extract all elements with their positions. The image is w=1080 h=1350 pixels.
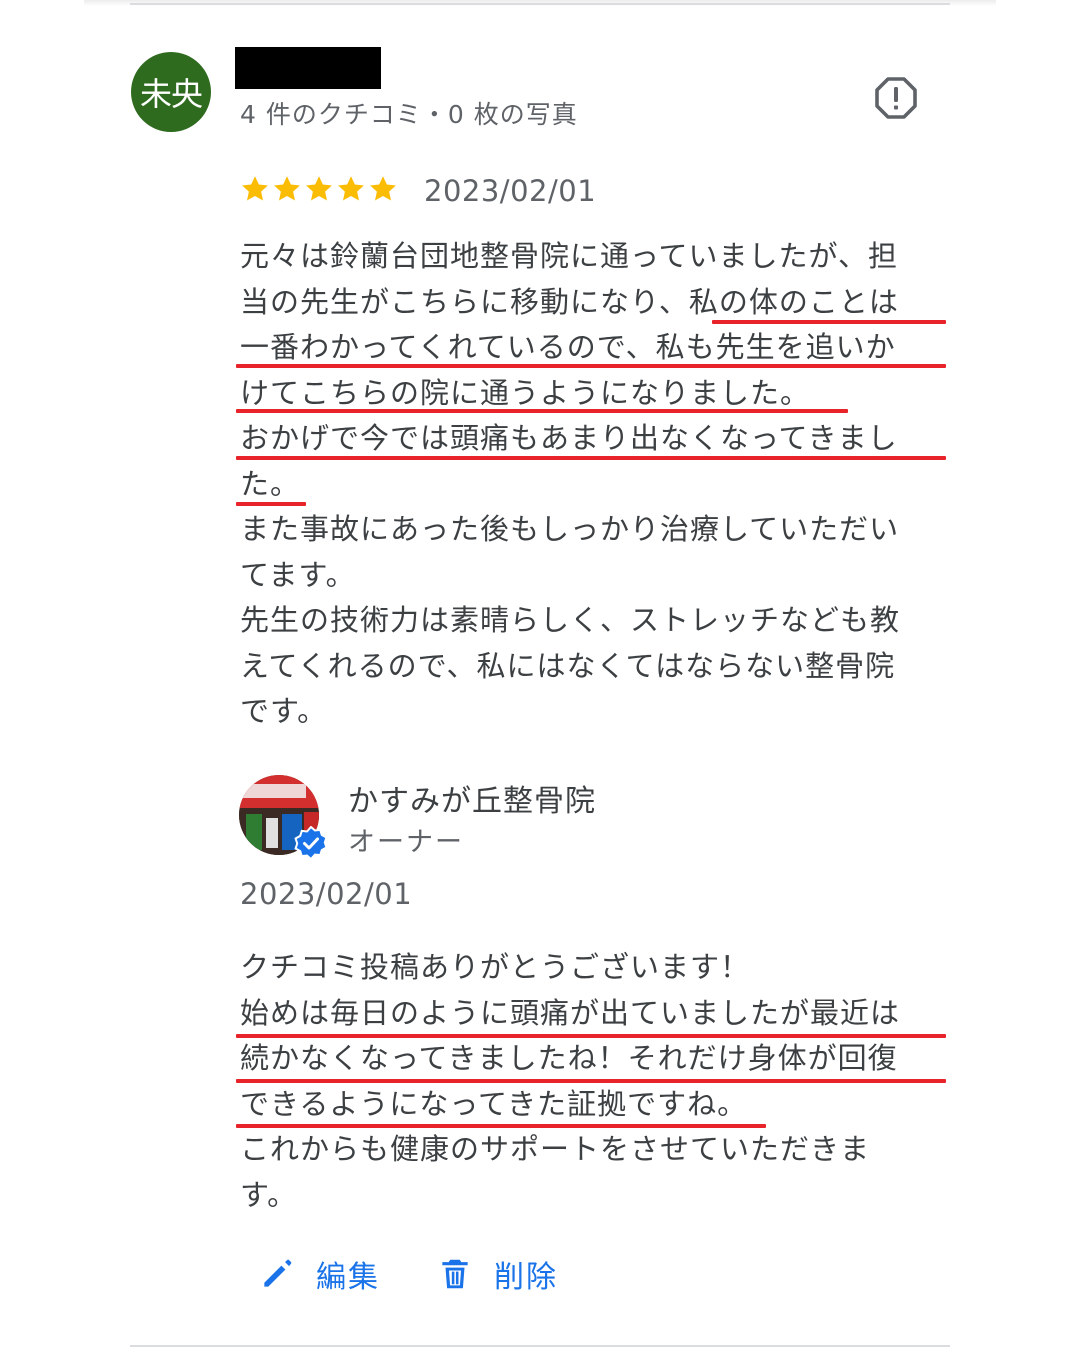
bottom-divider: [130, 1345, 950, 1347]
report-button[interactable]: [874, 76, 918, 120]
star-icon: [370, 176, 396, 201]
star-icon: [306, 176, 332, 201]
reply-line: これからも健康のサポートをさせていただきま: [240, 1132, 871, 1166]
top-divider: [130, 3, 950, 5]
pencil-icon: [264, 1259, 292, 1287]
review-line: えてくれるので、私にはなくてはならない整骨院: [240, 648, 896, 683]
reply-line: す。: [240, 1177, 298, 1212]
star-icon: [338, 176, 364, 201]
report-icon: [875, 77, 917, 119]
trash-icon: [442, 1259, 468, 1289]
reply-line: クチコミ投稿ありがとうございます！: [240, 950, 751, 984]
star-icon: [242, 176, 268, 201]
edit-label: 編集: [316, 1260, 380, 1295]
reviewer-avatar[interactable]: 未央: [131, 52, 211, 132]
delete-button[interactable]: 削除: [436, 1252, 558, 1296]
review-line: また事故にあった後もしっかり治療していただい: [240, 512, 900, 546]
edit-button[interactable]: 編集: [258, 1252, 380, 1296]
owner-name: かすみが丘整骨院: [348, 784, 596, 819]
highlight-underline: [236, 364, 946, 368]
reply-line: できるようになってきた証拠ですね。: [240, 1086, 748, 1121]
highlight-underline: [236, 409, 848, 413]
reply-date: 2023/02/01: [240, 877, 413, 911]
delete-label: 削除: [494, 1260, 558, 1295]
reviewer-meta: 4 件のクチコミ・0 枚の写真: [240, 100, 578, 129]
highlight-underline: [236, 1079, 946, 1083]
review-date: 2023/02/01: [424, 174, 597, 208]
review-line: 先生の技術力は素晴らしく、ストレッチなども教: [240, 603, 901, 637]
review-line: 当の先生がこちらに移動になり、私の体のことは: [240, 284, 899, 319]
highlight-underline: [712, 320, 946, 324]
review-line: です。: [240, 694, 328, 728]
highlight-underline: [236, 456, 946, 460]
review-line: た。: [240, 466, 301, 501]
review-line: てます。: [240, 557, 356, 592]
reply-line: 続かなくなってきましたね！それだけ身体が回復: [240, 1041, 898, 1075]
highlight-underline: [236, 1034, 946, 1038]
owner-role-label: オーナー: [348, 827, 464, 858]
highlight-underline: [236, 1124, 766, 1128]
verified-badge-icon: [294, 826, 328, 860]
owner-avatar[interactable]: [238, 774, 328, 860]
star-icon: [274, 176, 300, 201]
reply-line: 始めは毎日のように頭痛が出ていましたが最近は: [240, 995, 901, 1030]
review-line: おかげで今では頭痛もあまり出なくなってきまし: [240, 421, 898, 455]
review-text: 元々は鈴蘭台団地整骨院に通っていましたが、担 当の先生がこちらに移動になり、私の…: [240, 234, 960, 735]
highlight-underline: [236, 502, 306, 506]
star-rating: [240, 174, 398, 204]
review-line: 元々は鈴蘭台団地整骨院に通っていましたが、担: [240, 239, 898, 273]
reviewer-name-redacted: [235, 47, 381, 89]
